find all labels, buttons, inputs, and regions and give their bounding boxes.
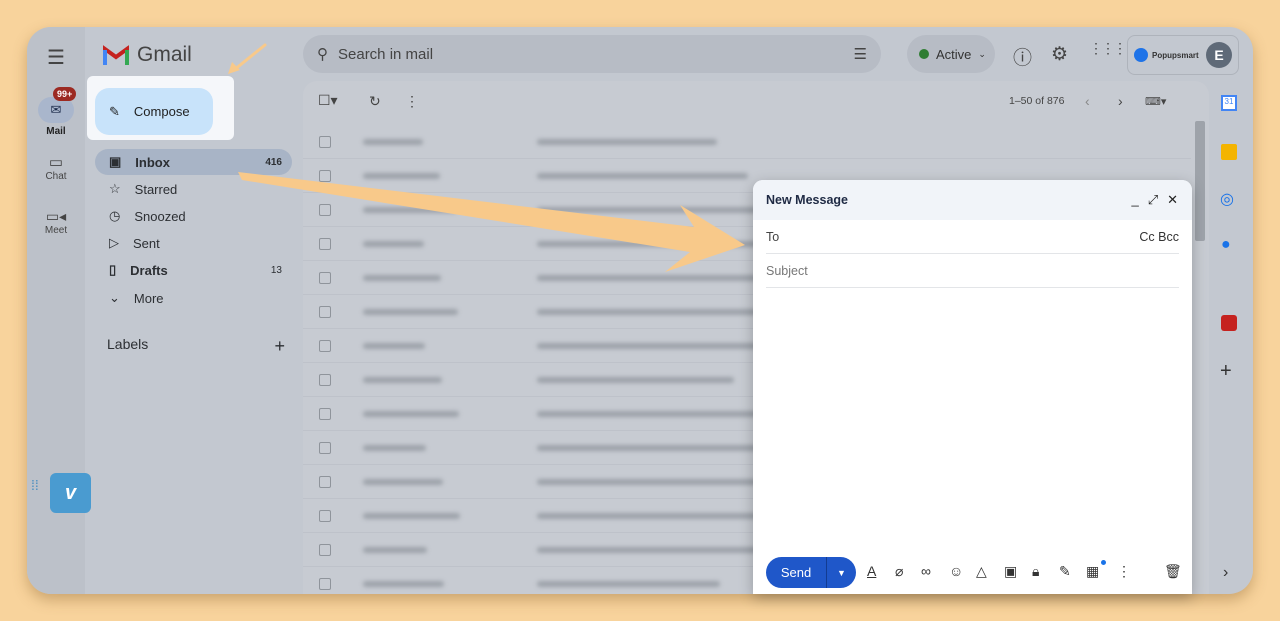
arrow-to-dialog bbox=[238, 172, 745, 272]
annotation-arrows bbox=[228, 43, 745, 272]
arrow-to-compose bbox=[232, 43, 267, 72]
